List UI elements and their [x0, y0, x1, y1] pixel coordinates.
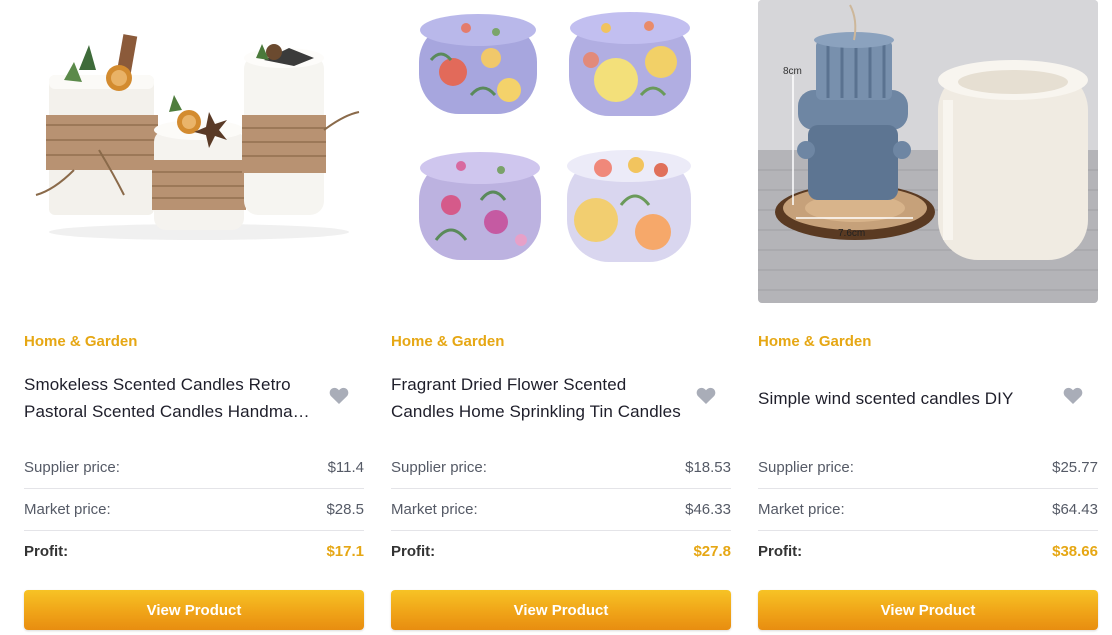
profit-value: $38.66 — [1052, 543, 1098, 560]
product-title-text[interactable]: Fragrant Dried Flower Scented Candles Ho… — [391, 371, 681, 425]
profit-row: Profit: $17.1 — [24, 531, 364, 572]
product-title[interactable]: Simple wind scented candles DIY — [758, 370, 1048, 426]
width-dimension-label: 7.6cm — [838, 228, 865, 239]
product-category[interactable]: Home & Garden — [391, 333, 504, 350]
product-title[interactable]: Smokeless Scented Candles Retro Pastoral… — [24, 370, 314, 426]
supplier-price-row: Supplier price: $11.4 — [24, 447, 364, 489]
product-card: Home & Garden Fragrant Dried Flower Scen… — [391, 0, 731, 635]
supplier-price-label: Supplier price: — [758, 459, 854, 476]
supplier-price-label: Supplier price: — [24, 459, 120, 476]
market-price-label: Market price: — [758, 501, 845, 518]
candle-tin-product-image — [391, 0, 731, 303]
profit-label: Profit: — [391, 543, 436, 560]
market-price-row: Market price: $28.5 — [24, 489, 364, 531]
product-title-text[interactable]: Simple wind scented candles DIY — [758, 385, 1013, 412]
supplier-price-row: Supplier price: $18.53 — [391, 447, 731, 489]
market-price-value: $28.5 — [326, 501, 364, 518]
view-product-button[interactable]: View Product — [391, 590, 731, 630]
view-product-button[interactable]: View Product — [758, 590, 1098, 630]
profit-label: Profit: — [24, 543, 69, 560]
market-price-row: Market price: $64.43 — [758, 489, 1098, 531]
product-card: 8cm 7.6cm Home & Garden Simple wind scen… — [758, 0, 1098, 635]
supplier-price-label: Supplier price: — [391, 459, 487, 476]
profit-row: Profit: $27.8 — [391, 531, 731, 572]
product-image[interactable] — [391, 0, 731, 303]
profit-label: Profit: — [758, 543, 803, 560]
product-category[interactable]: Home & Garden — [24, 333, 137, 350]
supplier-price-row: Supplier price: $25.77 — [758, 447, 1098, 489]
product-grid: Home & Garden Smokeless Scented Candles … — [0, 0, 1112, 635]
product-title[interactable]: Fragrant Dried Flower Scented Candles Ho… — [391, 370, 681, 426]
market-price-value: $46.33 — [685, 501, 731, 518]
candle-product-image — [24, 0, 364, 303]
profit-value: $17.1 — [326, 543, 364, 560]
heart-icon[interactable] — [329, 387, 349, 405]
heart-icon[interactable] — [1063, 387, 1083, 405]
supplier-price-value: $11.4 — [327, 459, 364, 476]
candle-mold-product-image: 8cm 7.6cm — [758, 0, 1098, 303]
profit-row: Profit: $38.66 — [758, 531, 1098, 572]
product-card: Home & Garden Smokeless Scented Candles … — [24, 0, 364, 635]
profit-value: $27.8 — [693, 543, 731, 560]
supplier-price-value: $25.77 — [1052, 459, 1098, 476]
market-price-label: Market price: — [24, 501, 111, 518]
supplier-price-value: $18.53 — [685, 459, 731, 476]
market-price-value: $64.43 — [1052, 501, 1098, 518]
view-product-button[interactable]: View Product — [24, 590, 364, 630]
market-price-label: Market price: — [391, 501, 478, 518]
product-image[interactable] — [24, 0, 364, 303]
product-image[interactable]: 8cm 7.6cm — [758, 0, 1098, 303]
height-dimension-label: 8cm — [783, 66, 802, 77]
product-title-text[interactable]: Smokeless Scented Candles Retro Pastoral… — [24, 371, 314, 425]
product-category[interactable]: Home & Garden — [758, 333, 871, 350]
market-price-row: Market price: $46.33 — [391, 489, 731, 531]
heart-icon[interactable] — [696, 387, 716, 405]
